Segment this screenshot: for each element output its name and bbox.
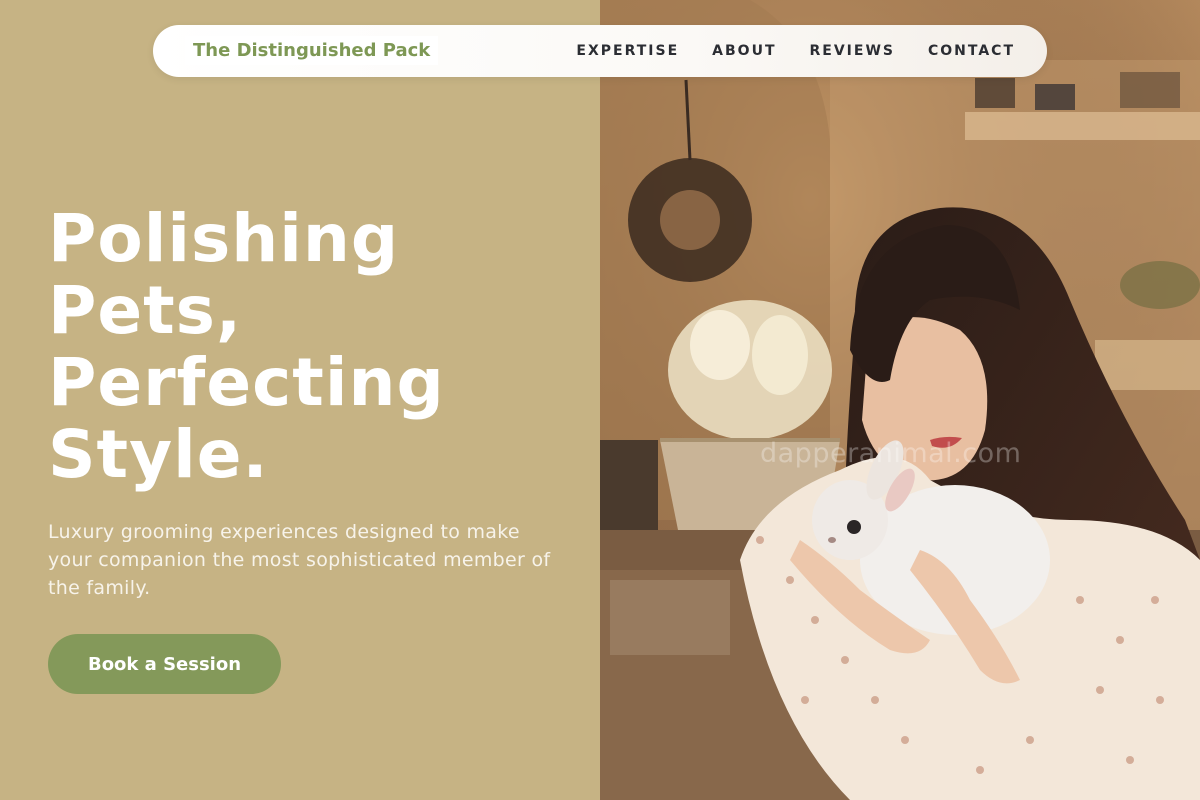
nav-link-about[interactable]: ABOUT (712, 43, 776, 59)
hero-title-line-4: Style. (48, 416, 269, 493)
hero-photo: dapperanimal.com (600, 0, 1200, 800)
book-session-button[interactable]: Book a Session (48, 634, 281, 694)
hero-photo-illustration (600, 0, 1200, 800)
photo-watermark: dapperanimal.com (760, 438, 1022, 469)
hero-title-line-3: Perfecting (48, 344, 445, 421)
brand-logo[interactable]: The Distinguished Pack (185, 36, 439, 65)
nav-link-reviews[interactable]: REVIEWS (810, 43, 895, 59)
nav-links: EXPERTISE ABOUT REVIEWS CONTACT (576, 25, 1015, 77)
hero-title: Polishing Pets, Perfecting Style. (48, 203, 568, 491)
nav-link-expertise[interactable]: EXPERTISE (576, 43, 679, 59)
hero-title-line-2: Pets, (48, 272, 243, 349)
nav-bar: The Distinguished Pack EXPERTISE ABOUT R… (153, 25, 1047, 77)
nav-link-contact[interactable]: CONTACT (928, 43, 1015, 59)
hero-title-line-1: Polishing (48, 200, 400, 277)
hero-subtitle: Luxury grooming experiences designed to … (48, 521, 551, 599)
